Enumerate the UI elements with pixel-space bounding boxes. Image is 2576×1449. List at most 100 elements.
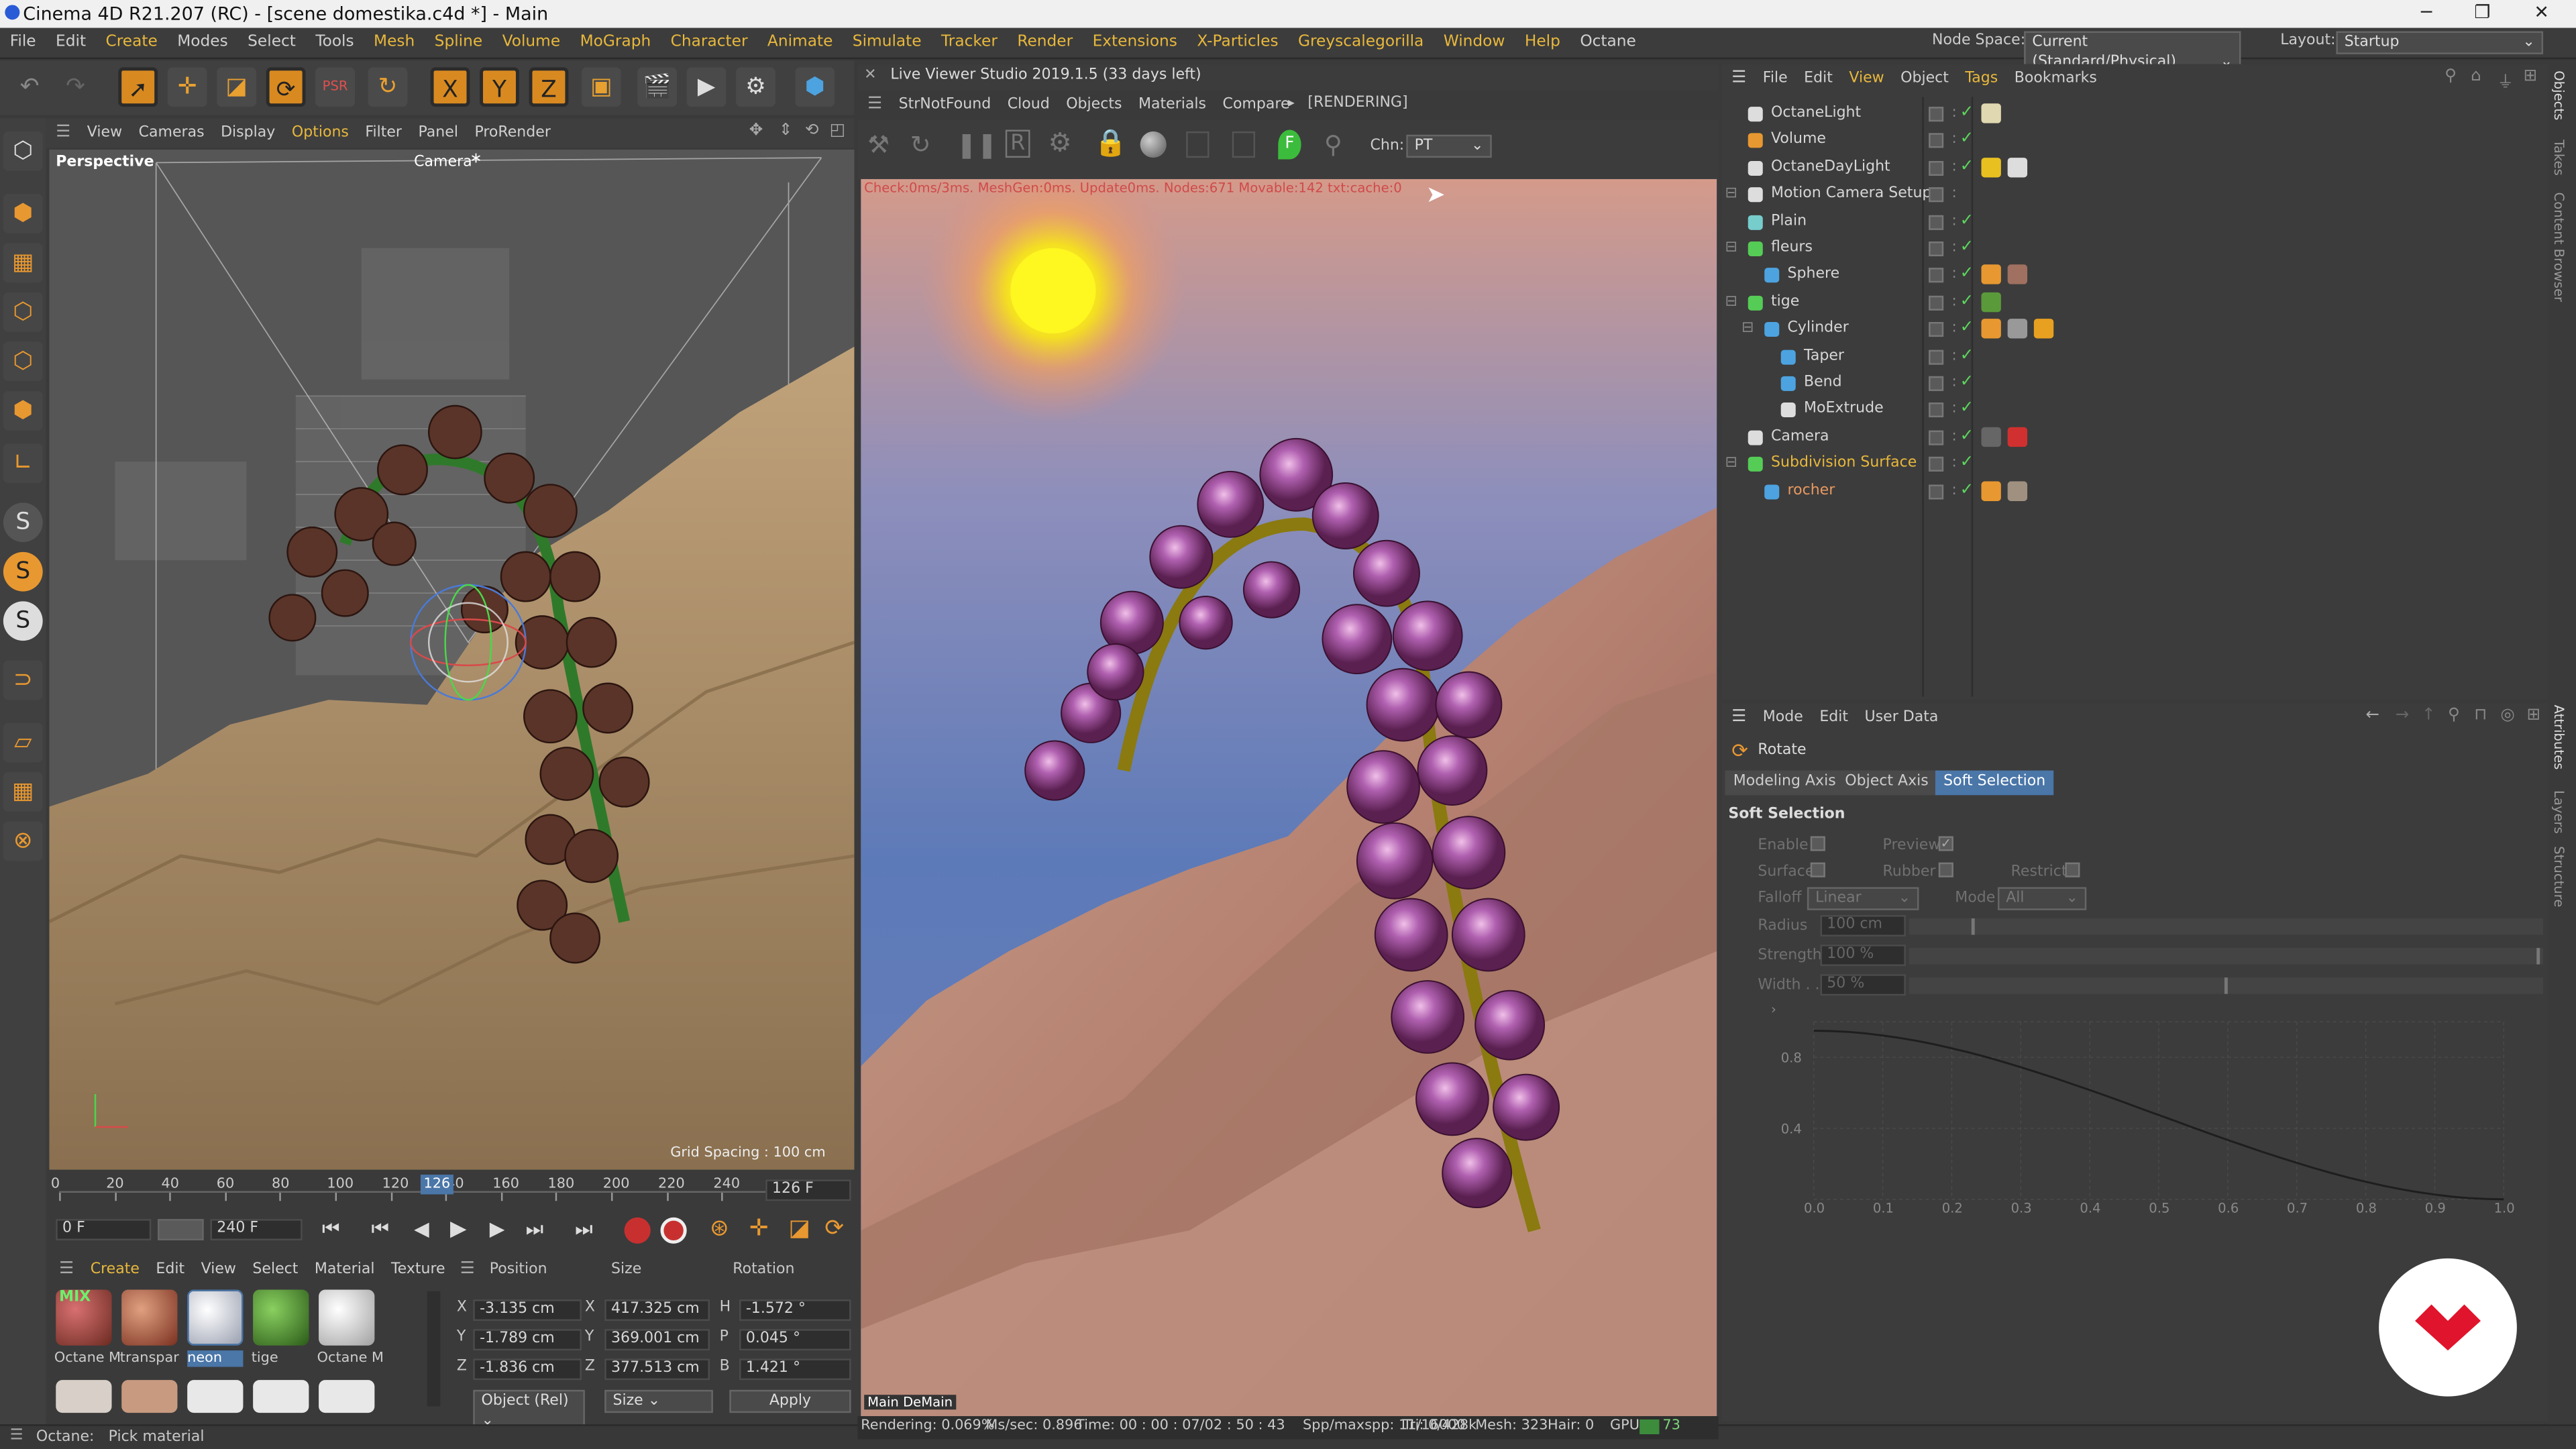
workplane-icon[interactable]: ▱ [3,722,43,763]
position-key-icon[interactable]: ✛ [749,1216,769,1242]
polygon-mode-icon[interactable]: ⬢ [3,390,43,431]
object-row[interactable]: rocher: ✓ [1735,478,2540,504]
clay-mode-icon[interactable] [1186,131,1210,158]
object-tag-icon[interactable] [2007,265,2028,285]
edit-visibility-icon[interactable] [1929,133,1944,149]
back-icon[interactable]: ← [2366,706,2380,724]
material-menu-select[interactable]: Select [244,1256,306,1283]
viewport-menu-panel[interactable]: Panel [410,118,466,148]
menu-file[interactable]: File [0,28,46,58]
size-field[interactable]: 377.513 cm [604,1358,710,1381]
enable-check-icon[interactable]: ✓ [1960,154,1974,180]
surface-checkbox[interactable] [1810,862,1825,877]
perspective-viewport[interactable]: Perspective Camera ∗ Grid Spacing : 100 … [49,149,855,1170]
menu-tools[interactable]: Tools [306,28,364,58]
region-render-icon[interactable]: R [1005,129,1030,158]
edit-visibility-icon[interactable] [1929,295,1944,311]
hamburger-icon[interactable]: ☰ [1731,708,1746,727]
object-row[interactable]: Camera: ✓ [1735,423,2540,449]
menu-mograph[interactable]: MoGraph [570,28,661,58]
edit-visibility-icon[interactable] [1929,484,1944,499]
material-preview-icon[interactable] [1140,131,1167,158]
enable-check-icon[interactable]: ✓ [1960,100,1974,126]
width-field[interactable]: 50 % [1820,974,1906,996]
menu-extensions[interactable]: Extensions [1083,28,1187,58]
visibility-dots-icon[interactable]: : [1951,370,1956,396]
select-icon[interactable]: ➚ [118,67,158,107]
viewport-menu-filter[interactable]: Filter [357,118,410,148]
object-tag-icon[interactable] [1981,103,2001,123]
strength-field[interactable]: 100 % [1820,945,1906,967]
menu-simulate[interactable]: Simulate [843,28,931,58]
play-icon[interactable]: ▶ [450,1218,466,1242]
material-swatch[interactable] [253,1289,309,1346]
viewport-menu-prorender[interactable]: ProRender [466,118,559,148]
size-mode-dropdown[interactable]: Size ⌄ [604,1389,713,1413]
maximize-button[interactable]: ❐ [2458,0,2507,28]
material-menu-edit[interactable]: Edit [148,1256,193,1283]
snap-icon[interactable]: S [3,502,43,543]
menu-edit[interactable]: Edit [46,28,95,58]
attribute-menu-mode[interactable]: Mode [1755,706,1812,729]
enable-check-icon[interactable]: ✓ [1960,235,1974,261]
rotation-key-icon[interactable]: ⟳ [824,1216,844,1242]
material-swatch[interactable] [253,1380,309,1413]
subsampling-icon[interactable] [1232,131,1256,158]
close-button[interactable]: ✕ [2517,0,2566,28]
snap-settings-icon[interactable]: S [3,551,43,592]
object-tag-icon[interactable] [1981,157,2001,177]
pick-focus-icon[interactable]: F [1278,129,1301,160]
attribute-menu-edit[interactable]: Edit [1811,706,1856,729]
hamburger-icon[interactable]: ☰ [460,1260,475,1278]
scale-key-icon[interactable]: ◪ [789,1216,810,1242]
enable-check-icon[interactable]: ✓ [1960,127,1974,154]
object-row[interactable]: ⊟ Motion Camera Setup: [1725,181,2540,207]
z-axis-icon[interactable]: Z [529,67,569,107]
octane-render-view[interactable]: Check:0ms/3ms. MeshGen:0ms. Update0ms. N… [861,178,1717,1417]
object-menu-object[interactable]: Object [1892,67,1957,90]
menu-volume[interactable]: Volume [492,28,570,58]
object-row[interactable]: ⊟ tige: ✓ [1725,289,2540,315]
object-tag-icon[interactable] [1981,265,2001,285]
tab-structure[interactable]: Structure [2551,846,2566,907]
enable-check-icon[interactable]: ✓ [1960,478,1974,504]
object-row[interactable]: OctaneLight: ✓ [1735,100,2540,126]
object-tag-icon[interactable] [2033,319,2054,339]
object-tag-icon[interactable] [1981,292,2001,312]
enable-check-icon[interactable]: ✓ [1960,343,1974,369]
material-swatch[interactable] [121,1289,178,1346]
visibility-dots-icon[interactable]: : [1951,478,1956,504]
grid-icon[interactable]: ▦ [3,772,43,812]
y-axis-icon[interactable]: Y [480,67,519,107]
enable-check-icon[interactable]: ✓ [1960,262,1974,288]
viewport-menu-options[interactable]: Options [284,118,358,148]
render-view-icon[interactable]: 🎬 [637,67,677,107]
expand-toggle-icon[interactable]: ⊟ [1725,289,1737,315]
falloff-curve-graph[interactable]: 0.0 0.1 0.2 0.3 0.4 0.5 0.6 0.7 0.8 0.9 1.0 0.8 0.4 [1781,1009,2545,1216]
menu-window[interactable]: Window [1434,28,1515,58]
enable-check-icon[interactable]: ✓ [1960,423,1974,449]
rotation-field[interactable]: 0.045 ° [739,1329,851,1351]
menu-tracker[interactable]: Tracker [931,28,1007,58]
up-icon[interactable]: ↑ [2422,706,2436,724]
rotation-field[interactable]: -1.572 ° [739,1299,851,1321]
material-swatch[interactable] [187,1289,244,1346]
axis-mode-icon[interactable]: ∟ [3,443,43,484]
menu-mesh[interactable]: Mesh [364,28,425,58]
go-to-end-icon[interactable]: ⏭ [575,1218,592,1242]
hamburger-icon[interactable]: ☰ [867,95,882,113]
make-editable-icon[interactable]: ⬡ [3,131,43,171]
tab-takes[interactable]: Takes [2551,140,2566,176]
rotation-field[interactable]: 1.421 ° [739,1358,851,1381]
frame-range-slider[interactable] [158,1219,204,1240]
close-icon[interactable]: ✕ [864,67,876,83]
object-tag-icon[interactable] [2007,427,2028,447]
visibility-dots-icon[interactable]: : [1951,450,1956,476]
menu-character[interactable]: Character [661,28,757,58]
visibility-dots-icon[interactable]: : [1951,127,1956,154]
menu-octane[interactable]: Octane [1570,28,1646,58]
material-swatch[interactable] [319,1380,375,1413]
new-window-icon[interactable]: ⊞ [2524,67,2538,85]
edit-visibility-icon[interactable] [1929,268,1944,284]
object-tag-icon[interactable] [1981,480,2001,500]
